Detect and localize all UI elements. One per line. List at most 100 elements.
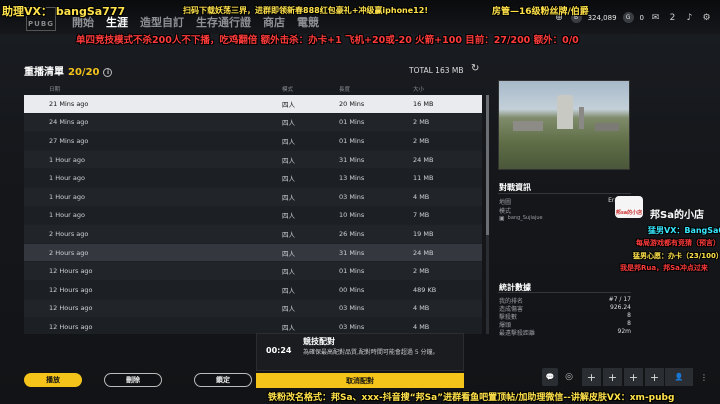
table-row[interactable]: 12 Hours ago 四人 01 Mins 2 MB [24,262,482,281]
nav-store[interactable]: 商店 [263,14,285,30]
match-info-title: 對戰資訊 [499,183,531,192]
cell-date: 12 Hours ago [49,267,93,276]
cell-date: 1 Hour ago [49,211,86,220]
cell-date: 1 Hour ago [49,155,86,164]
lock-button[interactable]: 鎖定 [194,373,252,387]
map-preview-image [498,80,630,170]
overlay-rules-text: 单四竞技模式不杀200人不下播，吃鸡翻倍 额外击杀：办卡+1 飞机+20或-20… [76,35,579,46]
cell-mode: 四人 [282,100,295,109]
table-row[interactable]: 1 Hour ago 四人 10 Mins 7 MB [24,206,482,226]
overlay-assistant-text: 助理VX： bangSa777 [2,5,126,18]
overlay-rua-text: 我是邦Rua，邦Sa冲点过来 [620,264,708,272]
table-row[interactable]: 2 Hours ago 四人 31 Mins 24 MB [24,243,482,263]
matchmaking-description: 為確保最高配對品質,配對時間可能會超過 5 分鐘。 [303,349,439,356]
table-row[interactable]: 12 Hours ago 四人 00 Mins 489 KB [24,280,482,300]
cell-len: 31 Mins [339,155,365,164]
shop-name: 邦Sa的小店 [650,210,704,221]
cell-date: 12 Hours ago [49,285,93,294]
col-length[interactable]: 長度 [316,85,380,93]
cell-size: 11 MB [413,174,434,183]
cell-mode: 四人 [282,193,295,202]
cell-mode: 四人 [282,268,295,277]
replay-title-label: 重播清單 [24,67,64,78]
map-chimney-shape [579,107,584,129]
table-row[interactable]: 1 Hour ago 四人 31 Mins 24 MB [24,150,482,170]
col-date[interactable]: 日期 [24,85,258,93]
cell-mode: 四人 [282,230,295,239]
g-coin-amount: 0 [639,13,644,22]
divider [498,193,631,194]
overlay-manager-text: 房管—16级粉丝牌/伯爵 [492,7,589,17]
cell-size: 4 MB [413,192,430,201]
overlay-wish-text: 猛男心愿：办卡（23/100） [633,252,720,260]
cell-date: 12 Hours ago [49,322,93,331]
shop-badge: 邦sa的小店 [615,196,643,218]
refresh-icon[interactable]: ↻ [471,63,483,75]
divider [498,292,631,293]
party-slot-add-icon[interactable]: + [624,368,643,386]
cell-date: 1 Hour ago [49,192,86,201]
party-members-icon[interactable]: 👤 [665,368,693,386]
cell-size: 2 MB [413,267,430,276]
cell-mode: 四人 [282,305,295,314]
player-row: ▣ bang_Sujiajue [499,215,631,222]
cell-size: 19 MB [413,229,434,238]
cell-size: 2 MB [413,136,430,145]
party-slot-add-icon[interactable]: + [582,368,601,386]
total-size: TOTAL 163 MB [409,66,464,75]
mode-label: 模式 [499,208,512,215]
cell-mode: 四人 [282,323,295,332]
cell-mode: 四人 [282,137,295,146]
info-icon[interactable]: i [103,68,113,77]
table-row[interactable]: 21 Mins ago 四人 20 Mins 16 MB [24,95,482,114]
cell-len: 10 Mins [339,211,365,220]
nav-customize[interactable]: 造型自訂 [140,14,184,30]
delete-button[interactable]: 刪除 [104,373,162,387]
col-mode[interactable]: 模式 [258,85,316,93]
cell-date: 21 Mins ago [49,99,89,108]
overlay-guess-text: 每局游戏都有竞猜（预言） [636,239,720,247]
cancel-matchmaking-button[interactable]: 取消配對 [256,373,464,388]
table-header: 日期 模式 長度 大小 [24,82,482,95]
table-row[interactable]: 24 Mins ago 四人 01 Mins 2 MB [24,113,482,133]
cell-len: 26 Mins [339,229,365,238]
party-slot-add-icon[interactable]: + [645,368,664,386]
voice-settings-icon[interactable]: ◎ [561,368,577,386]
overlay-vx-text: 猛男VX：BangSa002 [648,226,720,235]
map-label: 地圖 [499,199,512,206]
table-row[interactable]: 1 Hour ago 四人 13 Mins 11 MB [24,169,482,188]
cell-size: 16 MB [413,99,434,108]
bell-icon[interactable]: ♪ [684,12,695,23]
replay-scrollbar[interactable] [486,95,489,334]
cell-size: 4 MB [413,322,430,331]
cell-mode: 四人 [282,119,295,128]
nav-survivor-pass[interactable]: 生存通行證 [196,14,251,30]
col-size[interactable]: 大小 [380,85,460,93]
scrollbar-thumb[interactable] [486,95,489,235]
cell-mode: 四人 [282,175,295,184]
g-coin-icon: G [622,12,634,23]
cell-len: 13 Mins [339,174,365,183]
settings-gear-icon[interactable]: ⚙ [701,12,712,23]
nav-esports[interactable]: 電競 [297,14,319,30]
mail-icon[interactable]: ✉ [650,12,661,23]
stat-row: 最遠擊殺距離 92m [499,328,631,337]
chat-icon[interactable]: 💬 [542,368,558,386]
table-row[interactable]: 1 Hour ago 四人 03 Mins 4 MB [24,187,482,207]
table-row[interactable]: 27 Mins ago 四人 01 Mins 2 MB [24,132,482,151]
overlay-scan-text: 扫码下载妖荡三界，进群即领新春888红包豪礼+冲级赢iphone12! [183,6,428,15]
table-row[interactable]: 12 Hours ago 四人 03 Mins 4 MB [24,299,482,319]
map-building-shape [595,123,619,131]
table-row[interactable]: 12 Hours ago 四人 03 Mins 4 MB [24,318,482,334]
play-button[interactable]: 播放 [24,373,82,387]
table-row[interactable]: 2 Hours ago 四人 26 Mins 19 MB [24,225,482,244]
replay-list-title: 重播清單 20/20 i [24,63,113,78]
party-slot-add-icon[interactable]: + [603,368,622,386]
map-tower-shape [557,95,573,129]
cell-len: 01 Mins [339,118,365,127]
more-options-icon[interactable]: ⋮ [697,368,711,386]
matchmaking-title: 競技配對 [303,337,335,346]
cell-size: 4 MB [413,304,430,313]
cell-len: 20 Mins [339,99,365,108]
cell-len: 03 Mins [339,304,365,313]
